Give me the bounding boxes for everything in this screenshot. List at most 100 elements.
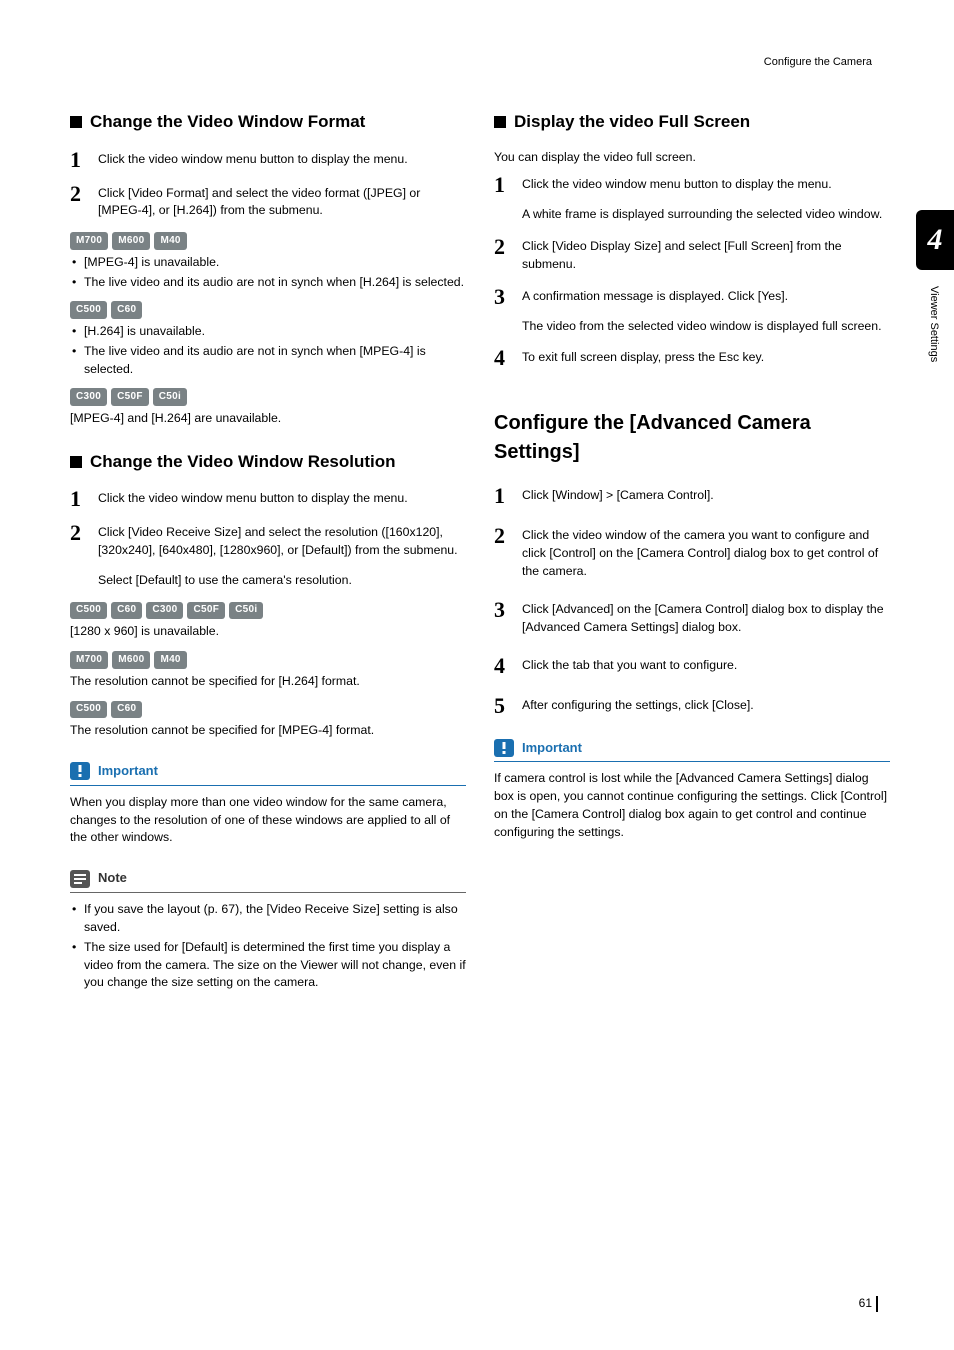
model-badge: C60: [111, 301, 142, 319]
bullet-list: If you save the layout (p. 67), the [Vid…: [70, 901, 466, 992]
model-badge: C500: [70, 301, 107, 319]
step: 2 Click the video window of the camera y…: [494, 525, 890, 580]
model-badge: C500: [70, 602, 107, 620]
step-text: A confirmation message is displayed. Cli…: [522, 286, 890, 336]
section-heading: Change the Video Window Format: [70, 110, 466, 135]
step: 1 Click [Window] > [Camera Control].: [494, 485, 890, 507]
heading-text: Change the Video Window Format: [90, 110, 365, 135]
step: 1 Click the video window menu button to …: [494, 174, 890, 224]
model-badge: C50F: [111, 388, 149, 406]
model-badge: M600: [112, 232, 150, 250]
step-number: 2: [494, 525, 512, 580]
step-number: 1: [494, 174, 512, 224]
step-text: Click the video window menu button to di…: [522, 174, 890, 224]
page-number: 61: [859, 1296, 872, 1310]
step-text: Click [Window] > [Camera Control].: [522, 485, 890, 507]
callout-body: If camera control is lost while the [Adv…: [494, 770, 890, 841]
callout-header: Important: [70, 762, 466, 786]
bullet-list: [MPEG-4] is unavailable. The live video …: [70, 254, 466, 292]
model-badges: C500 C60 C300 C50F C50i: [70, 602, 466, 620]
step-number: 1: [494, 485, 512, 507]
important-icon: [494, 739, 514, 757]
paragraph: The resolution cannot be specified for […: [70, 673, 466, 691]
model-badge: M40: [154, 651, 186, 669]
model-badges: C500 C60: [70, 701, 466, 719]
step-number: 3: [494, 286, 512, 336]
callout-title: Note: [98, 869, 127, 888]
model-badges: C300 C50F C50i: [70, 388, 466, 406]
heading-text: Display the video Full Screen: [514, 110, 750, 135]
left-column: Change the Video Window Format 1 Click t…: [70, 104, 466, 1002]
chapter-thumbtab-label: Viewer Settings: [928, 286, 940, 362]
list-item: The size used for [Default] is determine…: [70, 939, 466, 992]
paragraph: [1280 x 960] is unavailable.: [70, 623, 466, 641]
important-callout: Important If camera control is lost whil…: [494, 739, 890, 842]
step-number: 5: [494, 695, 512, 717]
step-text: Click [Advanced] on the [Camera Control]…: [522, 599, 890, 637]
step: 3 A confirmation message is displayed. C…: [494, 286, 890, 336]
square-bullet-icon: [494, 116, 506, 128]
step-text: Click the video window of the camera you…: [522, 525, 890, 580]
model-badges: M700 M600 M40: [70, 651, 466, 669]
step-text: Click the tab that you want to configure…: [522, 655, 890, 677]
section-heading: Change the Video Window Resolution: [70, 450, 466, 475]
model-badge: C60: [111, 602, 142, 620]
step: 2 Click [Video Display Size] and select …: [494, 236, 890, 274]
callout-body: When you display more than one video win…: [70, 794, 466, 847]
step-text: Click [Video Format] and select the vide…: [98, 183, 466, 221]
step-body: A confirmation message is displayed. Cli…: [522, 288, 890, 306]
step: 2 Click [Video Format] and select the vi…: [70, 183, 466, 221]
step-number: 4: [494, 655, 512, 677]
paragraph: You can display the video full screen.: [494, 149, 890, 167]
step-text: Click the video window menu button to di…: [98, 488, 466, 510]
right-column: Display the video Full Screen You can di…: [494, 104, 890, 1002]
model-badge: M40: [154, 232, 186, 250]
step-text: After configuring the settings, click [C…: [522, 695, 890, 717]
model-badge: C300: [70, 388, 107, 406]
paragraph: The resolution cannot be specified for […: [70, 722, 466, 740]
step: 5 After configuring the settings, click …: [494, 695, 890, 717]
step: 4 To exit full screen display, press the…: [494, 347, 890, 369]
step-text: Click [Video Receive Size] and select th…: [98, 522, 466, 589]
list-item: The live video and its audio are not in …: [70, 274, 466, 292]
model-badge: M600: [112, 651, 150, 669]
step-number: 3: [494, 599, 512, 637]
callout-title: Important: [98, 762, 158, 781]
square-bullet-icon: [70, 456, 82, 468]
model-badge: M700: [70, 651, 108, 669]
model-badge: C500: [70, 701, 107, 719]
square-bullet-icon: [70, 116, 82, 128]
model-badge: C50F: [187, 602, 225, 620]
step-number: 4: [494, 347, 512, 369]
callout-header: Important: [494, 739, 890, 763]
step-number: 1: [70, 149, 88, 171]
note-icon: [70, 870, 90, 888]
section-title: Configure the [Advanced Camera Settings]: [494, 409, 890, 467]
step: 2 Click [Video Receive Size] and select …: [70, 522, 466, 589]
list-item: If you save the layout (p. 67), the [Vid…: [70, 901, 466, 937]
step-subtext: A white frame is displayed surrounding t…: [522, 206, 890, 224]
list-item: [H.264] is unavailable.: [70, 323, 466, 341]
model-badge: M700: [70, 232, 108, 250]
step: 4 Click the tab that you want to configu…: [494, 655, 890, 677]
model-badge: C300: [146, 602, 183, 620]
list-item: [MPEG-4] is unavailable.: [70, 254, 466, 272]
heading-text: Change the Video Window Resolution: [90, 450, 396, 475]
step-number: 2: [494, 236, 512, 274]
callout-title: Important: [522, 739, 582, 758]
step-body: Click [Video Receive Size] and select th…: [98, 524, 466, 560]
page-number-bar: [876, 1296, 878, 1312]
model-badge: C60: [111, 701, 142, 719]
page: Configure the Camera 4 Viewer Settings C…: [0, 0, 954, 1350]
step-number: 2: [70, 522, 88, 589]
step-text: Click [Video Display Size] and select [F…: [522, 236, 890, 274]
chapter-thumbtab: 4: [916, 210, 954, 270]
step-subtext: The video from the selected video window…: [522, 318, 890, 336]
important-callout: Important When you display more than one…: [70, 762, 466, 847]
step-number: 2: [70, 183, 88, 221]
paragraph: [MPEG-4] and [H.264] are unavailable.: [70, 410, 466, 428]
step: 1 Click the video window menu button to …: [70, 149, 466, 171]
important-icon: [70, 762, 90, 780]
step-body: Click the video window menu button to di…: [522, 176, 890, 194]
model-badges: M700 M600 M40: [70, 232, 466, 250]
